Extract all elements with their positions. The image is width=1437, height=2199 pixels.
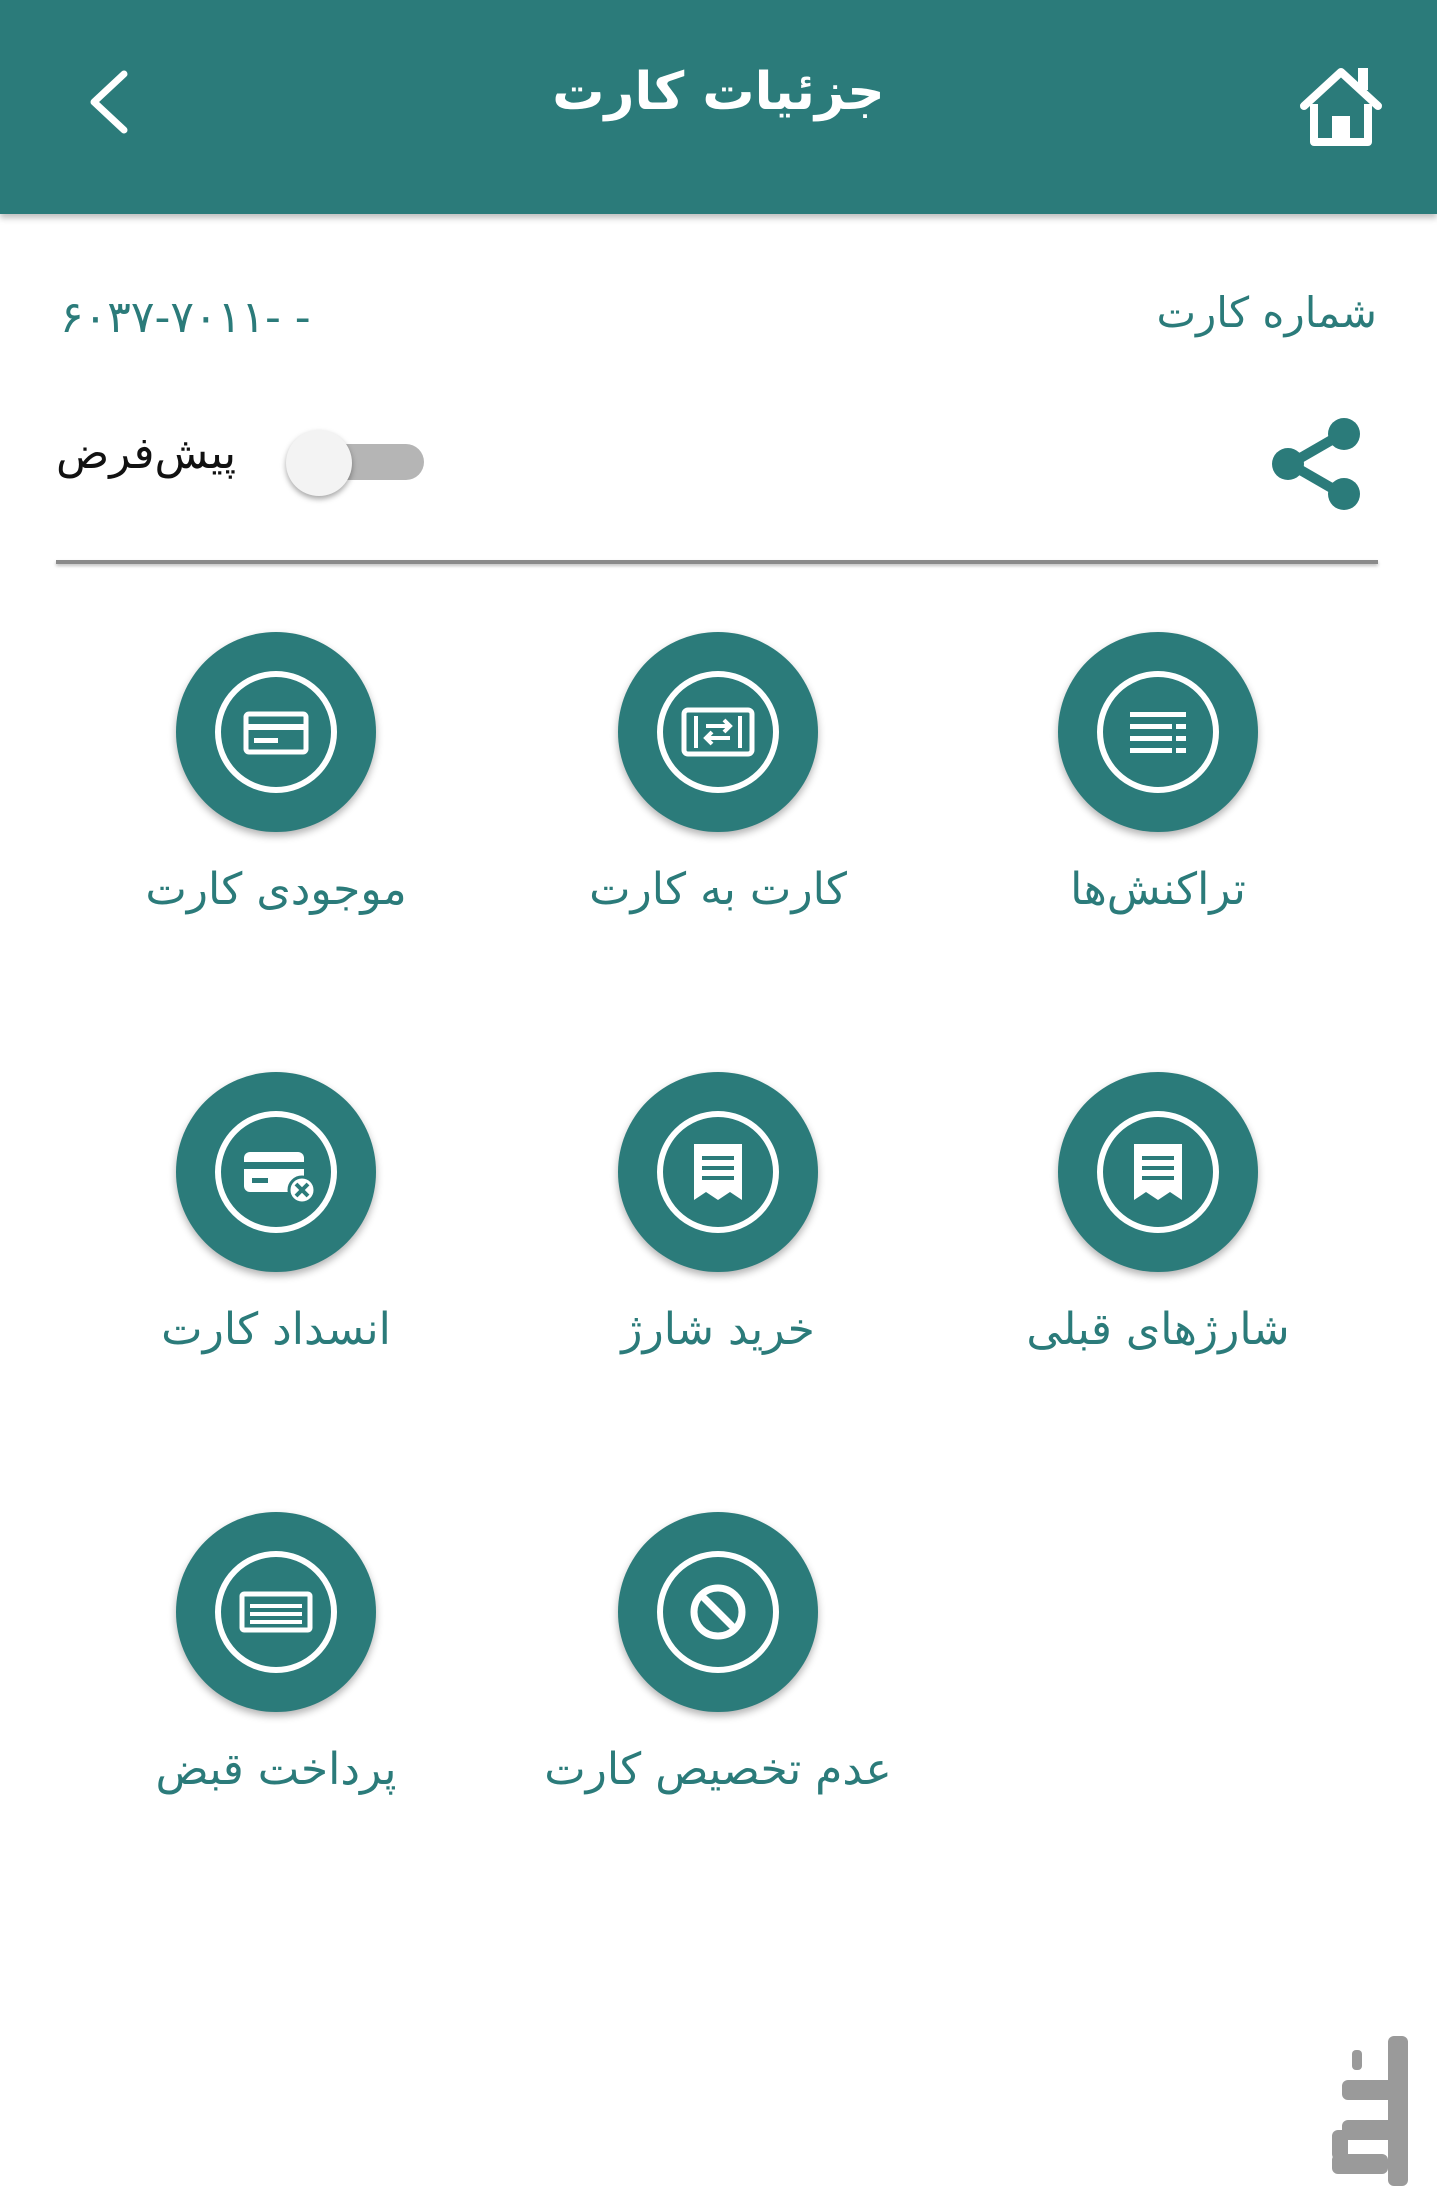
prohibited-icon bbox=[657, 1551, 779, 1673]
home-icon bbox=[1300, 68, 1382, 146]
action-circle bbox=[1058, 1072, 1258, 1272]
action-label: کارت به کارت bbox=[589, 864, 847, 915]
card-number-value: ۶۰۳۷-۷۰۱۱- - bbox=[60, 292, 311, 343]
action-card-balance[interactable]: موجودی کارت bbox=[66, 632, 486, 972]
bill-icon bbox=[215, 1551, 337, 1673]
action-buy-charge[interactable]: خرید شارژ bbox=[508, 1072, 928, 1412]
action-previous-charges[interactable]: شارژهای قبلی bbox=[948, 1072, 1368, 1412]
action-circle bbox=[618, 1512, 818, 1712]
action-label: خرید شارژ bbox=[621, 1304, 815, 1355]
action-card-to-card[interactable]: کارت به کارت bbox=[508, 632, 928, 972]
credit-card-icon bbox=[215, 671, 337, 793]
action-circle bbox=[618, 632, 818, 832]
action-label: تراکنش‌ها bbox=[1070, 864, 1246, 915]
receipt-icon bbox=[1097, 1111, 1219, 1233]
action-bill-payment[interactable]: پرداخت قبض bbox=[66, 1512, 486, 1852]
page-title: جزئیات کارت bbox=[552, 62, 885, 122]
store-logo bbox=[1318, 2030, 1437, 2195]
action-circle bbox=[176, 1512, 376, 1712]
share-button[interactable] bbox=[1268, 414, 1366, 514]
app-header: جزئیات کارت bbox=[0, 0, 1437, 214]
receipt-icon bbox=[657, 1111, 779, 1233]
toggle-knob bbox=[286, 430, 352, 496]
action-card-unassign[interactable]: عدم تخصیص کارت bbox=[508, 1512, 928, 1852]
divider bbox=[56, 560, 1378, 564]
action-label: عدم تخصیص کارت bbox=[544, 1744, 892, 1795]
action-circle bbox=[1058, 632, 1258, 832]
action-label: انسداد کارت bbox=[161, 1304, 391, 1355]
action-block-card[interactable]: انسداد کارت bbox=[66, 1072, 486, 1412]
action-label: موجودی کارت bbox=[145, 864, 407, 915]
transfer-icon bbox=[657, 671, 779, 793]
default-label: پیش‌فرض bbox=[56, 428, 237, 479]
action-circle bbox=[176, 1072, 376, 1272]
action-label: شارژهای قبلی bbox=[1026, 1304, 1290, 1355]
action-circle bbox=[176, 632, 376, 832]
action-label: پرداخت قبض bbox=[155, 1744, 397, 1795]
default-toggle[interactable] bbox=[286, 420, 438, 500]
home-button[interactable] bbox=[1296, 60, 1386, 150]
share-icon bbox=[1272, 418, 1360, 510]
action-transactions[interactable]: تراکنش‌ها bbox=[948, 632, 1368, 972]
logo-icon bbox=[1332, 2036, 1408, 2186]
card-number-label: شماره کارت bbox=[1156, 288, 1377, 337]
list-icon bbox=[1097, 671, 1219, 793]
card-blocked-icon bbox=[215, 1111, 337, 1233]
action-circle bbox=[618, 1072, 818, 1272]
